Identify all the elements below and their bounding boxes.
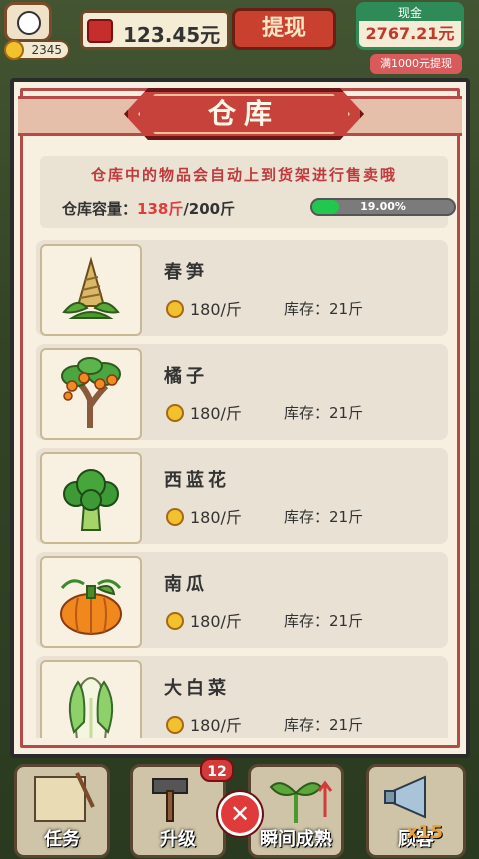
coin-icon — [166, 404, 184, 422]
coin-icon — [4, 40, 24, 60]
cash-panel-header: 现金 — [359, 5, 461, 21]
customer-button[interactable]: 顾客 x15 — [366, 764, 466, 858]
coin-icon — [166, 612, 184, 630]
list-item: 春笋 180/斤 库存：21斤 — [36, 240, 448, 336]
item-stock: 库存：21斤 — [284, 508, 364, 526]
player-avatar[interactable] — [4, 2, 52, 42]
item-image — [40, 244, 142, 336]
warehouse-tip: 仓库中的物品会自动上到货架进行售卖哦 — [90, 166, 397, 184]
cabbage-icon — [68, 677, 114, 738]
upgrade-label: 升级 — [160, 829, 196, 850]
item-price-value: 180/斤 — [190, 300, 242, 319]
withdraw-button[interactable]: 提现 — [232, 8, 336, 50]
item-price-value: 180/斤 — [190, 404, 242, 423]
capacity-progress-bar: 19.00% — [310, 198, 456, 216]
item-name: 南瓜 — [164, 574, 208, 595]
coin-balance: 2345 — [4, 40, 70, 60]
bamboo-shoot-icon — [62, 256, 120, 319]
capacity-text: 仓库容量：138斤/200斤 — [62, 198, 235, 219]
item-image — [40, 348, 142, 440]
item-price-value: 180/斤 — [190, 716, 242, 735]
avatar-face — [17, 11, 41, 35]
close-button[interactable]: ✕ — [218, 792, 262, 836]
coin-icon — [166, 716, 184, 734]
sprout-growth-icon — [269, 780, 333, 823]
coin-count: 2345 — [31, 43, 62, 57]
list-item: 橘子 180/斤 库存：21斤 — [36, 344, 448, 440]
task-button[interactable]: 任务 — [14, 764, 110, 858]
item-price: 180/斤 — [166, 712, 242, 736]
cash-amount: 123.45元 — [123, 23, 221, 47]
broccoli-icon — [63, 469, 119, 531]
instant-ripen-button[interactable]: 瞬间成熟 — [248, 764, 344, 858]
capacity-used: 138斤 — [137, 200, 184, 218]
list-item: 西蓝花 180/斤 库存：21斤 — [36, 448, 448, 544]
item-stock: 库存：21斤 — [284, 404, 364, 422]
item-price: 180/斤 — [166, 608, 242, 632]
cash-balance: 123.45元 — [80, 10, 230, 50]
capacity-label: 仓库容量： — [62, 200, 138, 218]
red-envelope-icon — [87, 19, 113, 43]
item-name: 西蓝花 — [164, 470, 230, 491]
close-icon: ✕ — [229, 800, 251, 828]
capacity-percent: 19.00% — [360, 200, 406, 213]
item-image — [40, 452, 142, 544]
item-price: 180/斤 — [166, 400, 242, 424]
item-stock: 库存：21斤 — [284, 716, 364, 734]
item-name: 橘子 — [164, 366, 208, 387]
top-bar: 2345 123.45元 提现 现金 2767.21元 满1000元提现 — [0, 0, 479, 80]
upgrade-count-badge: 12 — [200, 758, 234, 782]
cash-panel-value: 2767.21元 — [365, 24, 455, 43]
capacity-total: /200斤 — [183, 200, 236, 218]
item-price-value: 180/斤 — [190, 508, 242, 527]
warehouse-dialog: 仓库 仓库中的物品会自动上到货架进行售卖哦 仓库容量：138斤/200斤 19.… — [10, 78, 470, 758]
item-price-value: 180/斤 — [190, 612, 242, 631]
megaphone-icon — [384, 775, 426, 819]
item-name: 大白菜 — [164, 678, 230, 699]
dialog-title: 仓库 — [207, 97, 280, 130]
item-image — [40, 556, 142, 648]
item-image — [40, 660, 142, 738]
withdraw-limit-badge: 满1000元提现 — [370, 54, 462, 74]
coin-icon — [166, 300, 184, 318]
item-name: 春笋 — [164, 262, 208, 283]
item-stock: 库存：21斤 — [284, 612, 364, 630]
capacity-info: 仓库中的物品会自动上到货架进行售卖哦 仓库容量：138斤/200斤 19.00% — [40, 156, 456, 228]
list-item: 大白菜 180/斤 库存：21斤 — [36, 656, 448, 738]
orange-tree-icon — [61, 357, 121, 428]
scroll-icon — [34, 772, 95, 822]
item-list[interactable]: 春笋 180/斤 库存：21斤 橘子 180/斤 库存：21斤 西蓝花 180/… — [36, 240, 448, 738]
item-price: 180/斤 — [166, 504, 242, 528]
list-item: 南瓜 180/斤 库存：21斤 — [36, 552, 448, 648]
coin-icon — [166, 508, 184, 526]
item-price: 180/斤 — [166, 296, 242, 320]
item-stock: 库存：21斤 — [284, 300, 364, 318]
pumpkin-icon — [60, 579, 122, 635]
customer-count: x15 — [406, 822, 443, 843]
instant-ripen-label: 瞬间成熟 — [260, 829, 332, 850]
task-label: 任务 — [44, 829, 80, 850]
cash-panel[interactable]: 现金 2767.21元 — [356, 2, 464, 50]
